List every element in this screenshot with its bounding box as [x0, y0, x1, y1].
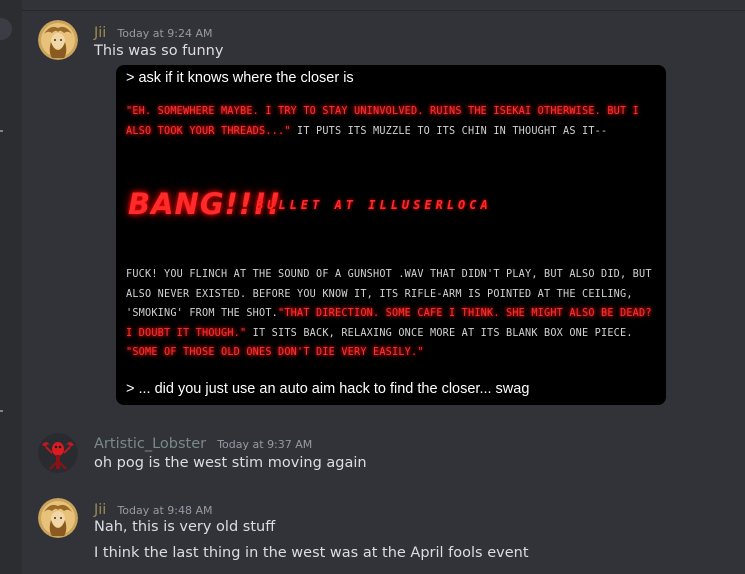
message-group: Jii Today at 9:24 AM This was so funny >…	[22, 0, 745, 420]
message-text: I think the last thing in the west was a…	[94, 545, 529, 561]
message-group: Artistic_Lobster Today at 9:37 AM oh pog…	[22, 420, 745, 490]
message-text: Nah, this is very old stuff	[94, 519, 276, 535]
terminal-prompt: > ... did you just use an auto aim hack …	[126, 381, 530, 397]
message-text: oh pog is the west stim moving again	[94, 455, 367, 471]
terminal-paragraph: "EH. SOMEWHERE MAYBE. I TRY TO STAY UNIN…	[126, 102, 651, 141]
scroll-pill[interactable]	[0, 18, 12, 40]
timestamp: Today at 9:37 AM	[217, 438, 313, 451]
terminal-paragraph: FUCK! YOU FLINCH AT THE SOUND OF A GUNSH…	[126, 265, 658, 363]
username[interactable]: Jii	[94, 25, 106, 41]
timestamp: Today at 9:24 AM	[117, 27, 213, 40]
message-group: Jii Today at 9:48 AM Nah, this is very o…	[22, 490, 745, 574]
chat-app: Jii Today at 9:24 AM This was so funny >…	[0, 0, 745, 574]
avatar-jii-icon	[38, 20, 78, 60]
dialogue-text: "SOME OF THOSE OLD ONES DON'T DIE VERY E…	[126, 347, 424, 358]
timestamp: Today at 9:48 AM	[117, 504, 213, 517]
avatar[interactable]	[38, 433, 78, 473]
avatar-lobster-icon	[38, 433, 78, 473]
terminal-prompt: > ask if it knows where the closer is	[126, 70, 354, 86]
sidebar-tick	[0, 130, 3, 132]
avatar-jii-icon	[38, 498, 78, 538]
message-header: Jii Today at 9:24 AM	[94, 22, 213, 41]
message-text: This was so funny	[94, 43, 224, 59]
message-header: Artistic_Lobster Today at 9:37 AM	[94, 433, 312, 452]
narration-text: IT PUTS ITS MUZZLE TO ITS CHIN IN THOUGH…	[290, 125, 608, 137]
avatar[interactable]	[38, 498, 78, 538]
terminal-embed[interactable]: > ask if it knows where the closer is "E…	[116, 65, 666, 405]
message-header: Jii Today at 9:48 AM	[94, 499, 213, 518]
sidebar-tick	[0, 410, 3, 412]
username[interactable]: Jii	[94, 502, 106, 518]
narration-text: IT SITS BACK, RELAXING ONCE MORE AT ITS …	[246, 327, 633, 339]
username[interactable]: Artistic_Lobster	[94, 436, 206, 452]
channel-sidebar-edge	[0, 0, 22, 574]
garbled-text: BULLET AT ILLUSERLOCA	[256, 198, 492, 212]
avatar[interactable]	[38, 20, 78, 60]
